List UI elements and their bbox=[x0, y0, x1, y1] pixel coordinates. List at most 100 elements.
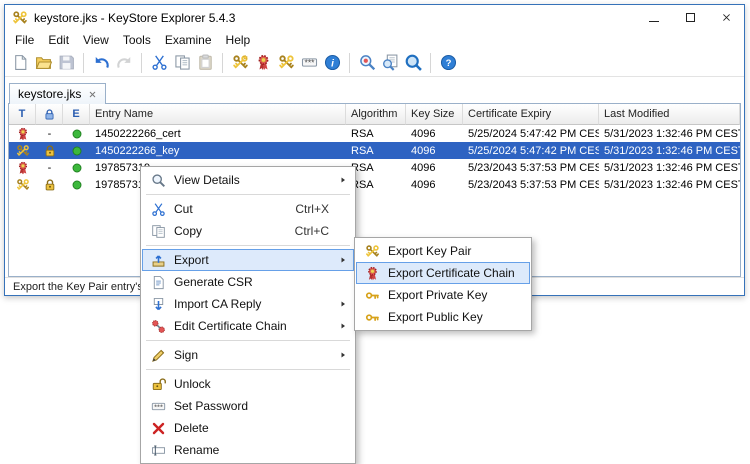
rename-icon bbox=[149, 443, 167, 458]
context-menu-item-rename[interactable]: Rename bbox=[142, 439, 354, 461]
table-row-197857319[interactable]: -197857319RSA40965/23/2043 5:37:53 PM CE… bbox=[9, 159, 740, 176]
svg-text:i: i bbox=[331, 59, 334, 70]
examine-certificate-button[interactable] bbox=[356, 52, 378, 74]
column-header-last-modified[interactable]: Last Modified bbox=[599, 104, 740, 125]
import-trusted-certificate-button[interactable] bbox=[252, 52, 274, 74]
keystore-properties-button[interactable]: i bbox=[321, 52, 343, 74]
expiry-status-cell bbox=[63, 144, 90, 158]
paste-icon bbox=[197, 54, 214, 71]
sign-icon bbox=[149, 348, 167, 363]
copy-button[interactable] bbox=[171, 52, 193, 74]
menu-item-label: Rename bbox=[174, 443, 219, 457]
export-submenu: Export Key Pair Export Certificate Chain E… bbox=[354, 237, 532, 331]
column-header-e[interactable]: E bbox=[63, 104, 90, 125]
menu-item-label: Cut bbox=[174, 202, 193, 216]
context-menu-item-cut[interactable]: CutCtrl+X bbox=[142, 198, 354, 220]
examine-cert-icon bbox=[359, 54, 376, 71]
cut-icon bbox=[149, 202, 167, 217]
menu-tools[interactable]: Tools bbox=[116, 31, 158, 49]
examine-crl-button[interactable] bbox=[379, 52, 401, 74]
save-keystore-button[interactable] bbox=[55, 52, 77, 74]
menu-file[interactable]: File bbox=[8, 31, 41, 49]
tab-keystore-jks[interactable]: keystore.jks bbox=[9, 83, 106, 104]
menu-edit[interactable]: Edit bbox=[41, 31, 76, 49]
menu-item-label: Export Private Key bbox=[388, 288, 487, 302]
column-header-entry-name[interactable]: Entry Name bbox=[90, 104, 346, 125]
column-header-t[interactable]: T bbox=[9, 104, 36, 125]
svg-text:***: *** bbox=[154, 402, 163, 411]
entry-type-cell bbox=[9, 144, 36, 158]
context-menu-item-unlock[interactable]: Unlock bbox=[142, 373, 354, 395]
detect-file-type-button[interactable] bbox=[402, 52, 424, 74]
password-icon: *** bbox=[301, 54, 318, 71]
context-menu-item-edit-certificate-chain[interactable]: Edit Certificate Chain bbox=[142, 315, 354, 337]
column-header-certificate-expiry[interactable]: Certificate Expiry bbox=[463, 104, 599, 125]
toolbar-separator bbox=[141, 53, 142, 73]
export-submenu-item-export-public-key[interactable]: Export Public Key bbox=[356, 306, 530, 328]
keypair-icon bbox=[16, 144, 30, 158]
expiry-status-cell bbox=[63, 178, 90, 192]
menu-item-label: Delete bbox=[174, 421, 209, 435]
context-menu-item-set-password[interactable]: *** Set Password bbox=[142, 395, 354, 417]
menu-view[interactable]: View bbox=[76, 31, 116, 49]
context-menu-item-export[interactable]: Export bbox=[142, 249, 354, 271]
menu-item-label: View Details bbox=[174, 173, 240, 187]
titlebar: keystore.jks - KeyStore Explorer 5.4.3 bbox=[5, 5, 744, 30]
menu-item-label: Export Key Pair bbox=[388, 244, 471, 258]
open-keystore-button[interactable] bbox=[32, 52, 54, 74]
column-header-label: Algorithm bbox=[351, 108, 397, 120]
keypair-icon bbox=[363, 244, 381, 259]
paste-button[interactable] bbox=[194, 52, 216, 74]
export-submenu-item-export-key-pair[interactable]: Export Key Pair bbox=[356, 240, 530, 262]
column-header-label: Key Size bbox=[411, 108, 454, 120]
context-menu-item-view-details[interactable]: View Details bbox=[142, 169, 354, 191]
examine-crl-icon bbox=[382, 54, 399, 71]
submenu-arrow-icon bbox=[339, 256, 347, 264]
maximize-icon bbox=[686, 13, 695, 22]
maximize-button[interactable] bbox=[672, 5, 708, 30]
help-button[interactable]: ? bbox=[437, 52, 459, 74]
lock-icon bbox=[43, 144, 57, 158]
cut-button[interactable] bbox=[148, 52, 170, 74]
certificate-expiry-cell: 5/23/2043 5:37:53 PM CEST bbox=[463, 179, 599, 191]
context-menu-item-sign[interactable]: Sign bbox=[142, 344, 354, 366]
set-keystore-password-button[interactable]: *** bbox=[298, 52, 320, 74]
menu-item-shortcut: Ctrl+C bbox=[295, 224, 329, 238]
context-menu-item-copy[interactable]: CopyCtrl+C bbox=[142, 220, 354, 242]
menu-item-label: Set Password bbox=[174, 399, 248, 413]
menu-separator bbox=[146, 369, 350, 370]
table-row-1450222266-key[interactable]: 1450222266_keyRSA40965/25/2024 5:47:42 P… bbox=[9, 142, 740, 159]
generate-key-pair-button[interactable] bbox=[229, 52, 251, 74]
column-header-label: E bbox=[72, 108, 79, 120]
table-row-1450222266-cert[interactable]: -1450222266_certRSA40965/25/2024 5:47:42… bbox=[9, 125, 740, 142]
column-header-key-size[interactable]: Key Size bbox=[406, 104, 463, 125]
menu-help[interactable]: Help bbox=[219, 31, 258, 49]
menu-separator bbox=[146, 245, 350, 246]
tab-close-icon[interactable] bbox=[88, 90, 97, 99]
menu-examine[interactable]: Examine bbox=[158, 31, 219, 49]
table-row-197857319[interactable]: 197857319RSA40965/23/2043 5:37:53 PM CES… bbox=[9, 176, 740, 193]
close-button[interactable] bbox=[708, 5, 744, 30]
toolbar-separator bbox=[222, 53, 223, 73]
tabbar: keystore.jks bbox=[5, 77, 744, 103]
import-ca-reply-icon bbox=[149, 297, 167, 312]
context-menu-item-delete[interactable]: Delete bbox=[142, 417, 354, 439]
minimize-button[interactable] bbox=[636, 5, 672, 30]
context-menu-item-import-ca-reply[interactable]: Import CA Reply bbox=[142, 293, 354, 315]
menubar: FileEditViewToolsExamineHelp bbox=[5, 30, 744, 49]
redo-button[interactable] bbox=[113, 52, 135, 74]
entry-name-cell: 1450222266_cert bbox=[90, 128, 346, 140]
context-menu-item-generate-csr[interactable]: Generate CSR bbox=[142, 271, 354, 293]
export-submenu-item-export-private-key[interactable]: Export Private Key bbox=[356, 284, 530, 306]
new-keystore-button[interactable] bbox=[9, 52, 31, 74]
column-header-lock[interactable] bbox=[36, 104, 63, 125]
green-dot-icon bbox=[70, 144, 84, 158]
submenu-arrow-icon bbox=[339, 300, 347, 308]
import-key-pair-button[interactable] bbox=[275, 52, 297, 74]
undo-button[interactable] bbox=[90, 52, 112, 74]
svg-text:?: ? bbox=[445, 58, 451, 69]
column-header-algorithm[interactable]: Algorithm bbox=[346, 104, 406, 125]
status-text: Export the Key Pair entry's ce bbox=[13, 281, 158, 293]
export-submenu-item-export-certificate-chain[interactable]: Export Certificate Chain bbox=[356, 262, 530, 284]
desktop: keystore.jks - KeyStore Explorer 5.4.3 F… bbox=[0, 0, 750, 464]
